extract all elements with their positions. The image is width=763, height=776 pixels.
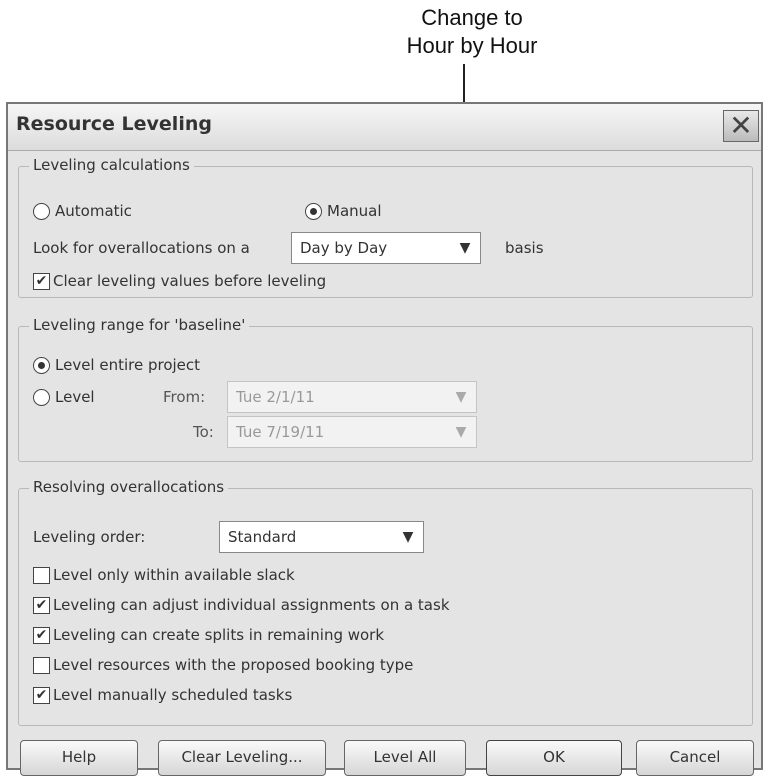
clear-values-checkbox[interactable]: ✔	[33, 273, 50, 290]
proposed-booking-checkbox[interactable]	[33, 657, 50, 674]
chevron-down-icon: ▼	[455, 389, 467, 405]
to-label: To:	[193, 423, 214, 441]
level-range-radio[interactable]	[33, 389, 50, 406]
clear-values-label: Clear leveling values before leveling	[53, 272, 327, 290]
leveling-order-value: Standard	[228, 528, 297, 546]
resolving-overallocations-legend: Resolving overallocations	[29, 478, 229, 496]
leveling-calculations-legend: Leveling calculations	[29, 156, 194, 174]
leveling-range-group: Leveling range for 'baseline' Level enti…	[18, 316, 753, 462]
basis-value: Day by Day	[300, 239, 388, 257]
option-label: Level manually scheduled tasks	[53, 686, 293, 704]
basis-suffix: basis	[505, 239, 544, 257]
close-icon[interactable]: ✕	[723, 110, 759, 142]
resolving-overallocations-group: Resolving overallocations Leveling order…	[18, 478, 753, 726]
level-entire-project-label: Level entire project	[55, 356, 201, 374]
automatic-radio[interactable]	[33, 203, 50, 220]
option-label: Leveling can adjust individual assignmen…	[53, 596, 450, 614]
level-range-label: Level	[55, 388, 95, 406]
overallocation-basis-select[interactable]: Day by Day ▼	[291, 232, 481, 264]
to-date-value: Tue 7/19/11	[236, 423, 325, 441]
manual-radio[interactable]	[305, 203, 322, 220]
ok-button[interactable]: OK	[486, 740, 622, 776]
chevron-down-icon: ▼	[459, 240, 471, 256]
level-entire-project-radio[interactable]	[33, 357, 50, 374]
dialog-title: Resource Leveling	[16, 113, 212, 135]
create-splits-checkbox[interactable]: ✔	[33, 627, 50, 644]
to-date-select[interactable]: Tue 7/19/11 ▼	[227, 416, 477, 448]
option-label: Level only within available slack	[53, 566, 295, 584]
chevron-down-icon: ▼	[402, 529, 414, 545]
option-label: Leveling can create splits in remaining …	[53, 626, 385, 644]
title-bar: Resource Leveling ✕	[8, 104, 761, 151]
annotation-line-1: Change to	[421, 5, 523, 30]
leveling-calculations-group: Leveling calculations Automatic Manual L…	[18, 156, 753, 298]
leveling-order-select[interactable]: Standard ▼	[219, 521, 424, 553]
annotation-line-2: Hour by Hour	[406, 33, 538, 58]
option-label: Level resources with the proposed bookin…	[53, 656, 414, 674]
slack-only-checkbox[interactable]	[33, 567, 50, 584]
clear-leveling-button[interactable]: Clear Leveling...	[158, 740, 326, 776]
manual-label: Manual	[327, 202, 382, 220]
resource-leveling-dialog: Resource Leveling ✕ Leveling calculation…	[6, 102, 763, 776]
automatic-label: Automatic	[55, 202, 132, 220]
annotation-callout: Change to Hour by Hour	[352, 4, 592, 60]
from-date-select[interactable]: Tue 2/1/11 ▼	[227, 381, 477, 413]
leveling-order-label: Leveling order:	[33, 528, 146, 546]
help-button[interactable]: Help	[20, 740, 138, 776]
from-date-value: Tue 2/1/11	[236, 388, 315, 406]
chevron-down-icon: ▼	[455, 424, 467, 440]
look-for-label: Look for overallocations on a	[33, 239, 250, 257]
adjust-assignments-checkbox[interactable]: ✔	[33, 597, 50, 614]
manually-scheduled-checkbox[interactable]: ✔	[33, 687, 50, 704]
from-label: From:	[163, 388, 206, 406]
level-all-button[interactable]: Level All	[344, 740, 466, 776]
leveling-range-legend: Leveling range for 'baseline'	[29, 316, 250, 334]
cancel-button[interactable]: Cancel	[636, 740, 754, 776]
